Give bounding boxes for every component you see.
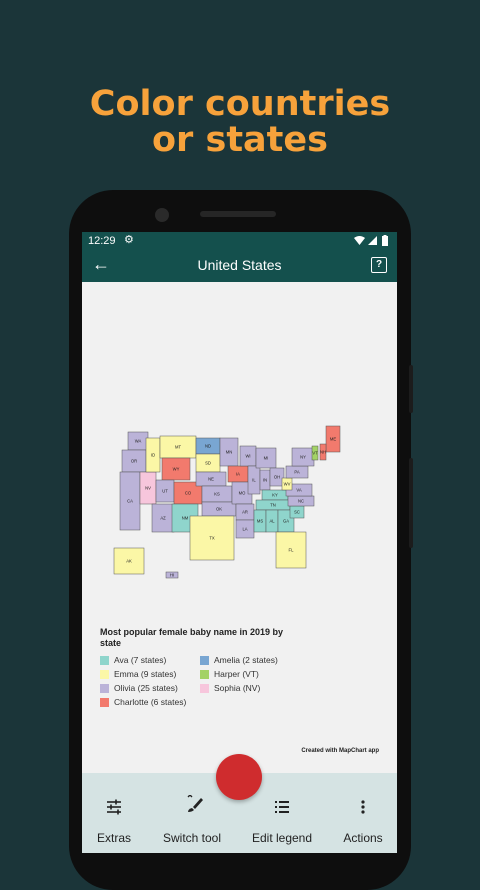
state-label: MI	[264, 456, 269, 461]
state-label: CO	[185, 491, 192, 496]
extras-button[interactable]: Extras	[82, 773, 154, 853]
status-bar: 12:29 ⚙	[82, 232, 397, 250]
wifi-icon	[354, 236, 365, 245]
state-label: UT	[162, 489, 168, 494]
state-label: MO	[239, 491, 246, 496]
promo-headline: Color countries or states	[0, 86, 480, 158]
legend-swatch	[100, 669, 109, 679]
status-time: 12:29	[88, 235, 116, 247]
legend-item[interactable]: Harper (VT)	[200, 668, 259, 680]
brush-icon	[187, 795, 203, 812]
actions-button[interactable]: Actions	[323, 773, 397, 853]
state-label: WI	[245, 454, 250, 459]
battery-icon	[382, 235, 388, 246]
legend-title[interactable]: Most popular female baby name in 2019 by…	[100, 627, 300, 649]
volume-button	[409, 458, 413, 548]
state-label: VT	[312, 451, 318, 456]
state-label: ME	[330, 437, 336, 442]
state-label: MS	[257, 519, 263, 524]
actions-label: Actions	[343, 831, 383, 845]
state-label: VA	[296, 488, 301, 493]
legend-swatch	[100, 697, 109, 707]
legend-swatch	[100, 655, 109, 665]
signal-icon	[368, 236, 377, 245]
legend-label: Amelia (2 states)	[214, 655, 278, 665]
paint-fab-button[interactable]	[216, 754, 262, 800]
state-label: OH	[274, 475, 280, 480]
legend-swatch	[200, 669, 209, 679]
legend-swatch	[100, 683, 109, 693]
state-label: LA	[242, 527, 247, 532]
legend-label: Charlotte (6 states)	[114, 697, 187, 707]
state-label: MN	[226, 450, 233, 455]
state-label: IN	[263, 478, 267, 483]
state-label: CA	[127, 499, 133, 504]
state-label: WV	[284, 482, 291, 487]
promo-line-2: or states	[152, 120, 328, 160]
power-button	[409, 365, 413, 413]
legend-label: Ava (7 states)	[114, 655, 167, 665]
state-label: WY	[173, 467, 180, 472]
state-label: FL	[289, 548, 295, 553]
state-label: NV	[145, 486, 151, 491]
state-label: KY	[272, 493, 278, 498]
edit-legend-label: Edit legend	[251, 831, 313, 845]
state-label: NE	[208, 477, 214, 482]
state-label: PA	[294, 470, 299, 475]
state-label: NH	[320, 450, 326, 455]
legend-label: Olivia (25 states)	[114, 683, 178, 693]
state-label: NC	[298, 499, 304, 504]
state-label: SC	[294, 510, 300, 515]
legend-item[interactable]: Amelia (2 states)	[200, 654, 278, 666]
state-label: HI	[170, 573, 174, 578]
state-label: AZ	[160, 516, 166, 521]
state-label: OK	[216, 507, 222, 512]
legend-label: Emma (9 states)	[114, 669, 177, 679]
promo-line-1: Color countries	[89, 84, 391, 124]
state-label: ND	[205, 444, 211, 449]
sliders-icon	[107, 799, 121, 815]
state-label: TN	[270, 503, 276, 508]
state-label: AR	[242, 510, 248, 515]
help-icon[interactable]: ?	[371, 257, 387, 273]
legend-item[interactable]: Olivia (25 states)	[100, 682, 178, 694]
extras-label: Extras	[96, 831, 131, 845]
list-icon	[275, 801, 289, 813]
state-label: MT	[175, 445, 181, 450]
app-bar: ← United States ?	[82, 250, 397, 282]
state-label: IA	[236, 472, 240, 477]
us-map[interactable]: WA OR CA NV ID MT WY UT AZ CO NM ND SD NE KS OK TX MN IA MO…	[106, 422, 356, 592]
page-title: United States	[197, 257, 282, 273]
state-label: WA	[135, 439, 142, 444]
legend-label: Harper (VT)	[214, 669, 259, 679]
legend-item[interactable]: Emma (9 states)	[100, 668, 176, 680]
legend-item[interactable]: Charlotte (6 states)	[100, 696, 186, 708]
state-label: KS	[214, 492, 220, 497]
state-label: AK	[126, 559, 132, 564]
app-screen: 12:29 ⚙ ← United States ? WA OR CA NV ID MT WY…	[82, 232, 397, 853]
legend-swatch	[200, 655, 209, 665]
state-label: ID	[151, 453, 155, 458]
state-label: GA	[283, 519, 289, 524]
legend-swatch	[200, 683, 209, 693]
state-label: NM	[182, 516, 189, 521]
legend-label: Sophia (NV)	[214, 683, 261, 693]
mapchart-credit: Created with MapChart app	[301, 748, 379, 754]
earpiece-speaker	[200, 211, 276, 217]
state-label: NY	[300, 455, 306, 460]
state-label: OR	[131, 459, 137, 464]
more-vert-icon	[361, 800, 365, 814]
state-label: AL	[269, 519, 275, 524]
front-camera	[155, 208, 169, 222]
state-label: SD	[205, 461, 211, 466]
switch-tool-label: Switch tool	[162, 831, 222, 845]
legend-item[interactable]: Ava (7 states)	[100, 654, 166, 666]
legend-item[interactable]: Sophia (NV)	[200, 682, 260, 694]
state-label: TX	[209, 536, 215, 541]
settings-gear-icon: ⚙	[124, 234, 134, 246]
